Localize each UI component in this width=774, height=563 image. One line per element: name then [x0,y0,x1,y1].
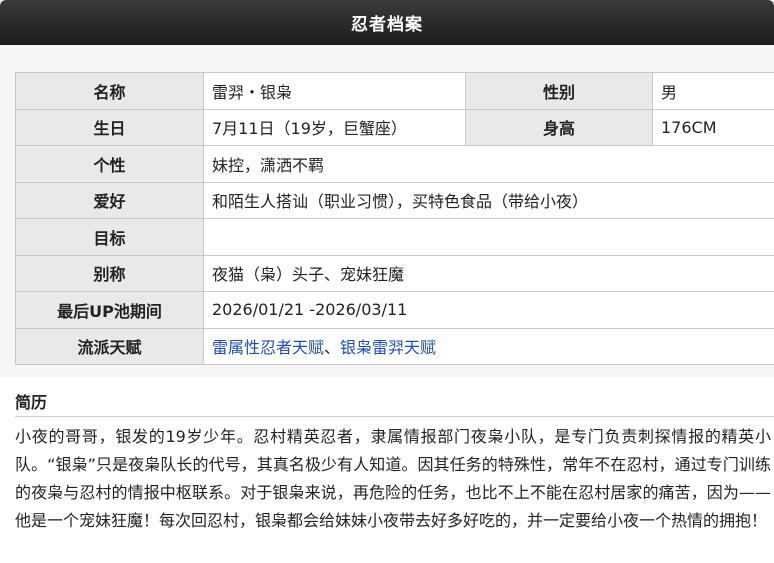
page-title: 忍者档案 [351,15,423,35]
talent-value: 雷属性忍者天赋、银枭雷羿天赋 [203,327,774,365]
pool-period-value: 2026/01/21 -2026/03/11 [203,291,774,329]
table-row: 别称 夜猫（枭）头子、宠妹狂魔 [15,254,774,292]
table-row: 名称 雷羿・银枭 性别 男 [15,72,774,110]
table-row: 个性 妹控，潇洒不羁 [15,145,774,183]
table-row: 流派天赋 雷属性忍者天赋、银枭雷羿天赋 [15,327,774,365]
gender-label: 性别 [465,72,653,110]
hobby-label: 爱好 [15,181,204,219]
table-row: 最后UP池期间 2026/01/21 -2026/03/11 [15,291,774,329]
table-row: 目标 [15,218,774,256]
goal-value [203,218,774,256]
profile-table: 名称 雷羿・银枭 性别 男 生日 7月11日（19岁，巨蟹座） 身高 176CM… [15,72,774,365]
personality-label: 个性 [15,145,204,183]
birthday-value: 7月11日（19岁，巨蟹座） [203,108,466,146]
hobby-value: 和陌生人搭讪（职业习惯），买特色食品（带给小夜） [203,181,774,219]
table-row: 爱好 和陌生人搭讪（职业习惯），买特色食品（带给小夜） [15,181,774,219]
profile-header: 忍者档案 [0,0,774,45]
goal-label: 目标 [15,218,204,256]
bio-text: 小夜的哥哥，银发的19岁少年。忍村精英忍者，隶属情报部门夜枭小队，是专门负责刺探… [15,427,771,530]
gender-value: 男 [652,72,774,110]
alias-label: 别称 [15,254,204,292]
alias-value: 夜猫（枭）头子、宠妹狂魔 [203,254,774,292]
talent-label: 流派天赋 [15,327,204,365]
table-row: 生日 7月11日（19岁，巨蟹座） 身高 176CM [15,108,774,146]
personality-value: 妹控，潇洒不羁 [203,145,774,183]
height-label: 身高 [465,108,653,146]
birthday-label: 生日 [15,108,204,146]
talent-link-silver-owl[interactable]: 银枭雷羿天赋 [340,338,436,357]
name-label: 名称 [15,72,204,110]
section-divider [15,416,774,417]
bio-section-title: 简历 [15,393,48,412]
pool-period-label: 最后UP池期间 [15,291,204,329]
talent-link-thunder[interactable]: 雷属性忍者天赋 [212,338,324,357]
talent-separator: 、 [324,338,341,358]
height-value: 176CM [652,108,774,146]
name-value: 雷羿・银枭 [203,72,466,110]
profile-panel: 名称 雷羿・银枭 性别 男 生日 7月11日（19岁，巨蟹座） 身高 176CM… [0,45,774,377]
